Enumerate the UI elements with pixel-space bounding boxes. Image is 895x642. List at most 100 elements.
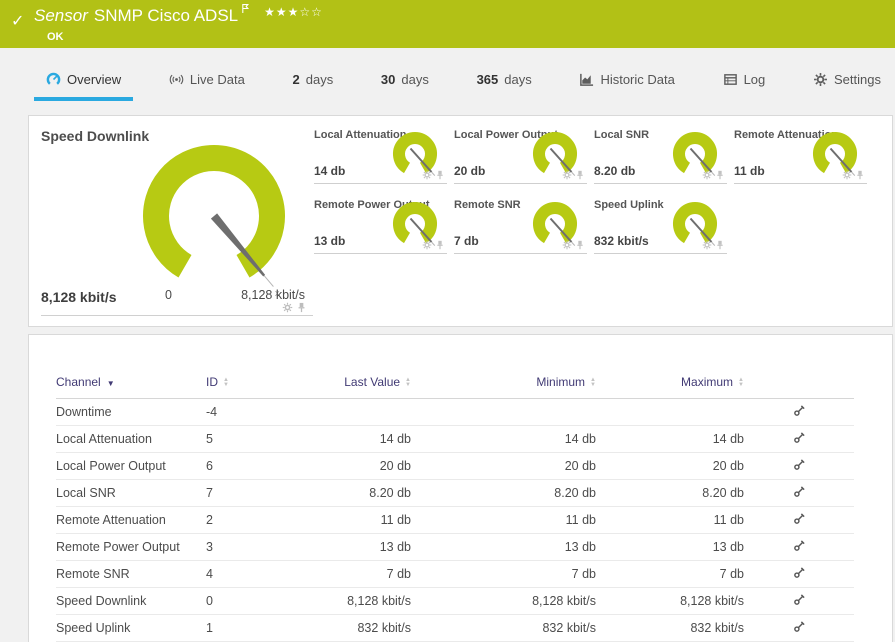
channel-cell: Speed Downlink [56,587,206,615]
channel-cell: Local Power Output [56,452,206,480]
id-cell: 2 [206,506,291,534]
gauge-scale-min: 0 [165,288,172,302]
channel-cell: Speed Uplink [56,614,206,642]
small-gauge-cell: Remote Power Output 13 db [314,194,447,254]
column-header-minimum[interactable]: Minimum ▲ ▼ [411,375,596,399]
tab-live-data[interactable]: Live Data [157,48,257,110]
id-cell: 5 [206,425,291,453]
channel-cell: Local SNR [56,479,206,507]
tab-overview[interactable]: Overview [34,48,134,110]
table-row: Speed Uplink 1 832 kbit/s 832 kbit/s 832… [56,614,854,642]
pin-icon[interactable] [296,302,307,313]
tab-log[interactable]: Log [711,48,778,110]
small-gauges-grid: Local Attenuation 14 db Local Power Outp… [314,124,886,264]
pin-icon[interactable] [575,170,585,180]
id-cell: 0 [206,587,291,615]
pin-icon[interactable] [575,240,585,250]
primary-gauge-tools [282,302,307,313]
id-cell: 1 [206,614,291,642]
gear-icon[interactable] [562,170,572,180]
sensor-name: SNMP Cisco ADSL [93,6,239,25]
maximum-cell: 11 db [596,506,744,534]
tab-settings[interactable]: Settings [801,48,893,110]
tab-365-days[interactable]: 365 days [465,48,544,110]
small-gauge-cell: Speed Uplink 832 kbit/s [594,194,727,254]
tab-2-days[interactable]: 2 days [281,48,346,110]
minimum-cell: 7 db [411,560,596,588]
small-gauge-value: 20 db [454,164,486,178]
sort-icon: ▲ ▼ [738,376,744,388]
pin-icon[interactable] [435,170,445,180]
table-row: Speed Downlink 0 8,128 kbit/s 8,128 kbit… [56,587,854,615]
stars-filled: ★★★ [264,5,300,19]
gear-icon[interactable] [562,240,572,250]
status-badge: OK [47,31,64,43]
ok-check-icon: ✓ [11,13,25,30]
gear-icon[interactable] [282,302,293,313]
gauges-panel: Speed Downlink x 0 8,128 kbit/s 8,128 kb… [28,115,893,327]
wrench-icon[interactable] [793,620,806,633]
table-row: Downtime -4 [56,398,854,426]
last-value-cell [291,398,411,426]
tab-bar: Overview Live Data 2 days 30 days 365 da… [0,48,895,110]
wrench-icon[interactable] [793,458,806,471]
wrench-icon[interactable] [793,485,806,498]
wrench-icon[interactable] [793,593,806,606]
column-header-channel[interactable]: Channel ▼ [56,375,206,399]
channel-cell: Remote Attenuation [56,506,206,534]
pin-icon[interactable] [435,240,445,250]
tab-30-days[interactable]: 30 days [369,48,441,110]
column-header-maximum[interactable]: Maximum ▲ ▼ [596,375,744,399]
gear-icon[interactable] [702,240,712,250]
gear-icon[interactable] [422,170,432,180]
small-gauge-cell: Local Power Output 20 db [454,124,587,184]
small-gauge-cell: Local SNR 8.20 db [594,124,727,184]
log-icon [723,72,738,87]
gear-icon[interactable] [842,170,852,180]
maximum-cell: 20 db [596,452,744,480]
pin-icon[interactable] [715,170,725,180]
gauge-scale-max: 8,128 kbit/s [241,288,305,302]
pin-icon[interactable] [855,170,865,180]
last-value-cell: 832 kbit/s [291,614,411,642]
small-gauge-value: 8.20 db [594,164,636,178]
sort-icon: ▲ ▼ [223,376,229,388]
flag-icon[interactable] [241,3,250,14]
last-value-cell: 8.20 db [291,479,411,507]
sort-icon: ▲ ▼ [405,376,411,388]
wrench-icon[interactable] [793,431,806,444]
primary-gauge: x [114,136,324,301]
column-header-last-value[interactable]: Last Value ▲ ▼ [291,375,411,399]
small-gauge-value: 832 kbit/s [594,234,649,248]
table-row: Local Power Output 6 20 db 20 db 20 db [56,452,854,480]
tab-historic-data[interactable]: Historic Data [567,48,686,110]
id-cell: -4 [206,398,291,426]
wrench-icon[interactable] [793,512,806,525]
small-gauge-cell: Local Attenuation 14 db [314,124,447,184]
wrench-icon[interactable] [793,539,806,552]
wrench-icon[interactable] [793,404,806,417]
table-row: Local Attenuation 5 14 db 14 db 14 db [56,425,854,453]
maximum-cell: 14 db [596,425,744,453]
wrench-icon[interactable] [793,566,806,579]
minimum-cell: 14 db [411,425,596,453]
id-cell: 3 [206,533,291,561]
channel-cell: Remote Power Output [56,533,206,561]
sort-icon: ▲ ▼ [590,376,596,388]
priority-stars[interactable]: ★★★☆☆ [264,5,323,19]
gear-icon[interactable] [702,170,712,180]
gear-icon[interactable] [422,240,432,250]
maximum-cell [596,398,744,426]
broadcast-icon [169,72,184,87]
column-header-id[interactable]: ID ▲ ▼ [206,375,291,399]
small-gauge-cell: Remote Attenuation 11 db [734,124,867,184]
small-gauge-value: 7 db [454,234,479,248]
minimum-cell: 13 db [411,533,596,561]
maximum-cell: 13 db [596,533,744,561]
last-value-cell: 7 db [291,560,411,588]
minimum-cell: 11 db [411,506,596,534]
channel-cell: Downtime [56,398,206,426]
pin-icon[interactable] [715,240,725,250]
maximum-cell: 832 kbit/s [596,614,744,642]
id-cell: 4 [206,560,291,588]
